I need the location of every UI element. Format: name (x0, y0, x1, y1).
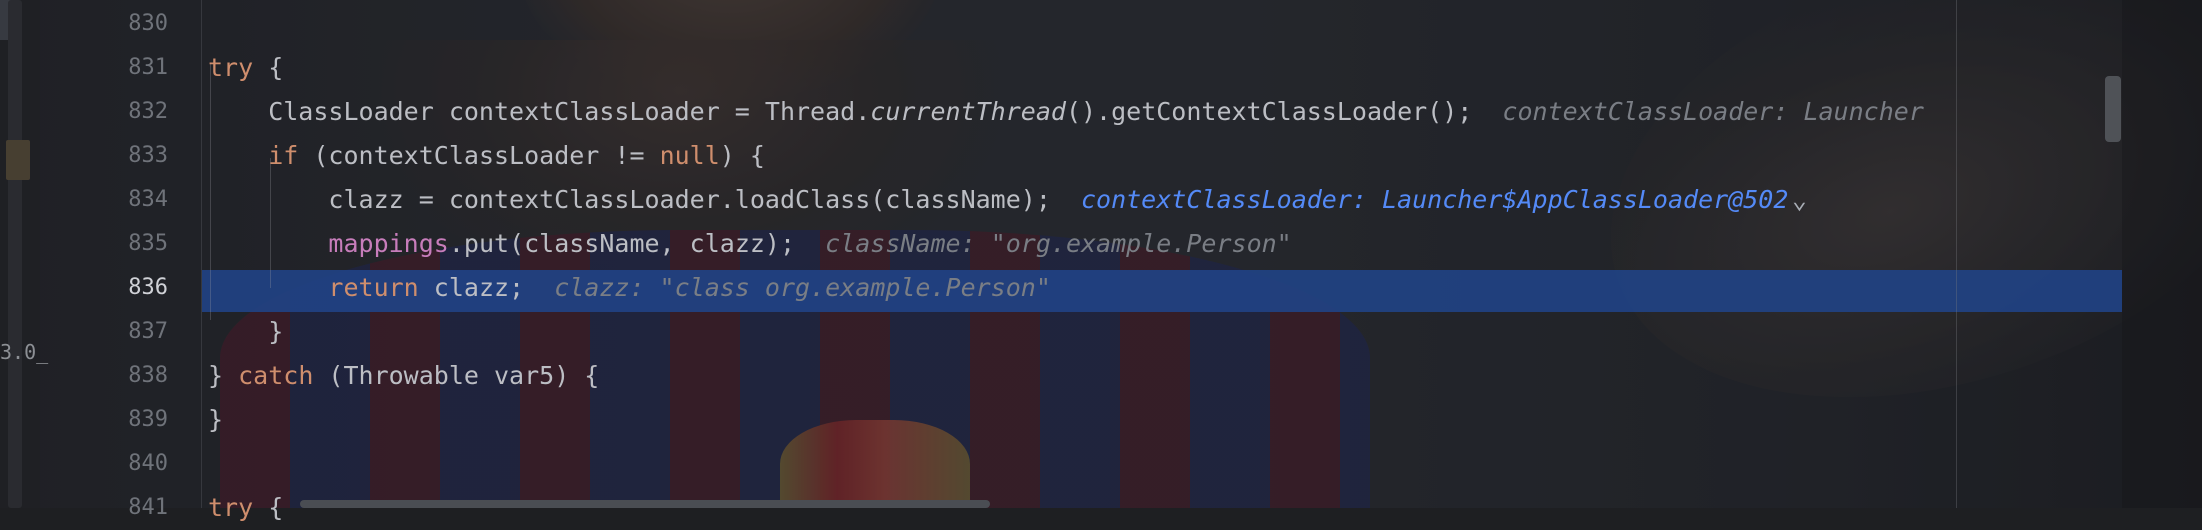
vertical-scrollbar-track[interactable] (2122, 0, 2202, 508)
left-tool-strip (0, 0, 40, 508)
line-number[interactable]: 840 (128, 442, 168, 486)
inline-debug-value[interactable]: contextClassLoader: Launcher (1472, 97, 1923, 126)
chevron-down-icon[interactable]: ⌄ (1788, 178, 1810, 222)
line-number[interactable]: 833 (128, 134, 168, 178)
line-number[interactable]: 836 (128, 266, 168, 310)
code-token: clazz = contextClassLoader.loadClass(cla… (208, 185, 1051, 214)
inline-debug-value[interactable]: contextClassLoader: Launcher$AppClassLoa… (1051, 185, 1788, 214)
code-token: .put(className, clazz); (448, 229, 796, 258)
inline-debug-value[interactable]: clazz: "class org.example.Person" (524, 273, 1051, 302)
code-keyword: null (659, 141, 720, 170)
line-number[interactable]: 839 (128, 398, 168, 442)
code-keyword: catch (238, 361, 314, 390)
line-number[interactable]: 830 (128, 2, 168, 46)
strip-marker (6, 140, 30, 180)
code-editor[interactable]: try { ClassLoader contextClassLoader = T… (202, 0, 2122, 522)
code-line[interactable]: if (contextClassLoader != null) { (208, 134, 765, 178)
left-scroll-handle[interactable] (8, 0, 22, 508)
code-token: } (208, 317, 284, 346)
line-number[interactable]: 835 (128, 222, 168, 266)
code-token: currentThread (870, 97, 1066, 126)
code-token: ().getContextClassLoader(); (1065, 97, 1473, 126)
code-line-current[interactable]: return clazz; clazz: "class org.example.… (208, 266, 1051, 310)
code-field: mappings (328, 229, 449, 258)
line-number[interactable]: 838 (128, 354, 168, 398)
code-token: clazz; (418, 273, 525, 302)
code-keyword: return (328, 273, 419, 302)
line-number[interactable]: 834 (128, 178, 168, 222)
code-line[interactable]: } catch (Throwable var5) { (208, 354, 599, 398)
right-margin-guide (1956, 0, 1957, 508)
line-number[interactable]: 841 (128, 486, 168, 530)
code-line[interactable]: clazz = contextClassLoader.loadClass(cla… (208, 178, 1810, 222)
code-line[interactable]: try { (208, 46, 283, 90)
code-token: ClassLoader contextClassLoader = Thread. (208, 97, 871, 126)
code-line[interactable]: } (208, 398, 223, 442)
code-keyword: if (268, 141, 299, 170)
code-token: } (208, 361, 239, 390)
line-number[interactable]: 832 (128, 90, 168, 134)
code-keyword: try (208, 53, 254, 82)
code-line[interactable]: ClassLoader contextClassLoader = Thread.… (208, 90, 1924, 134)
line-number[interactable]: 837 (128, 310, 168, 354)
code-line[interactable]: mappings.put(className, clazz); classNam… (208, 222, 1292, 266)
line-number-gutter[interactable]: 830 831 832 833 834 835 836 837 838 839 840 841 (40, 0, 202, 520)
code-token: } (208, 405, 224, 434)
vertical-scrollbar-thumb[interactable] (2105, 76, 2121, 142)
horizontal-scrollbar-thumb[interactable] (300, 500, 990, 508)
code-line[interactable]: } (208, 310, 283, 354)
code-token: ) { (719, 141, 765, 170)
inline-debug-value[interactable]: className: "org.example.Person" (795, 229, 1292, 258)
code-line[interactable]: try { (208, 486, 283, 530)
code-token: (Throwable var5) { (313, 361, 600, 390)
line-number[interactable]: 831 (128, 46, 168, 90)
code-token: { (253, 53, 284, 82)
code-token: (contextClassLoader != (298, 141, 660, 170)
